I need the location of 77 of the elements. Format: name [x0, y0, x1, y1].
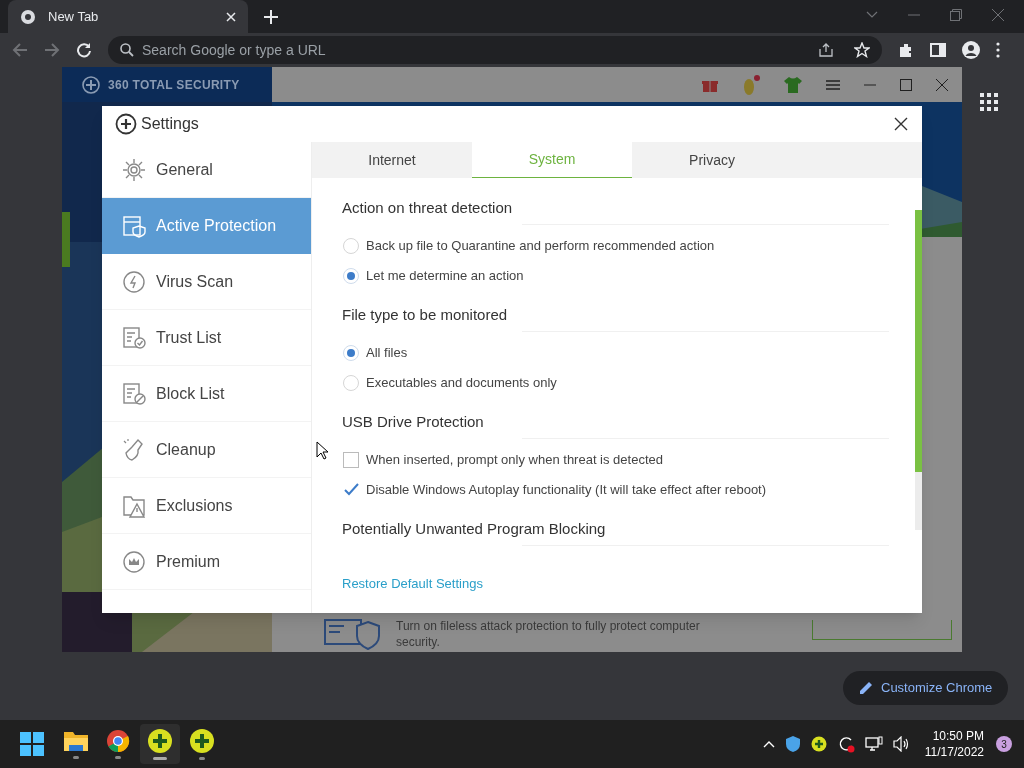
plus-circle-icon — [189, 728, 215, 754]
clock[interactable]: 10:50 PM 11/17/2022 — [924, 728, 984, 760]
star-icon[interactable] — [854, 42, 870, 58]
chevron-down-icon[interactable] — [866, 11, 878, 19]
customize-chrome-button[interactable]: Customize Chrome — [843, 671, 1009, 705]
sidebar-item[interactable]: Cleanup — [102, 422, 311, 478]
radio-button[interactable] — [342, 344, 360, 362]
section-heading: USB Drive Protection — [342, 412, 485, 432]
close-icon[interactable] — [894, 117, 908, 131]
chrome-icon — [20, 8, 36, 25]
restore-icon[interactable] — [950, 9, 962, 21]
option-label: Back up file to Quarantine and perform recommended action — [366, 237, 715, 256]
option-label: All files — [366, 344, 408, 363]
crown-icon — [122, 549, 146, 574]
checked-list-icon — [122, 325, 146, 350]
forward-icon[interactable] — [44, 42, 60, 58]
scrollbar[interactable] — [915, 210, 922, 530]
section-heading: File type to be monitored — [342, 305, 509, 325]
tab-title: New Tab — [48, 7, 100, 26]
pencil-icon — [859, 681, 873, 695]
sidebar-item[interactable]: Exclusions — [102, 478, 311, 534]
address-placeholder: Search Google or type a URL — [142, 40, 327, 60]
plus-circle-icon[interactable] — [810, 736, 827, 752]
lightning-circle-icon — [122, 269, 146, 294]
shield-icon[interactable] — [784, 735, 801, 753]
section-heading: Action on threat detection — [342, 198, 514, 218]
back-icon[interactable] — [12, 42, 28, 58]
folder-icon — [63, 729, 89, 753]
radio-button[interactable] — [342, 237, 360, 255]
taskbar-app[interactable] — [140, 724, 180, 764]
option-label: When inserted, prompt only when threat is detected — [366, 451, 663, 470]
option-label: Let me determine an action — [366, 267, 524, 286]
chevron-up-icon[interactable] — [762, 740, 775, 748]
menu-icon[interactable] — [826, 79, 840, 90]
folder-warning-icon — [122, 493, 146, 518]
new-tab-icon[interactable] — [264, 10, 278, 24]
maximize-icon[interactable] — [900, 78, 912, 91]
shield-window-icon — [122, 214, 146, 238]
blocked-list-icon — [122, 381, 146, 406]
more-icon[interactable] — [996, 42, 1000, 58]
gear-icon — [122, 157, 146, 182]
sidebar-item[interactable]: Virus Scan — [102, 254, 311, 310]
radio-button[interactable] — [342, 374, 360, 392]
section-heading: Potentially Unwanted Program Blocking — [342, 519, 607, 539]
scroll-thumb[interactable] — [915, 210, 922, 472]
profile-icon[interactable] — [962, 41, 980, 59]
plus-circle-icon — [147, 728, 173, 754]
dialog-title: Settings — [141, 114, 199, 134]
sidebar-item[interactable]: Trust List — [102, 310, 311, 366]
extensions-icon[interactable] — [898, 42, 914, 58]
radio-button[interactable] — [342, 267, 360, 285]
tab[interactable]: Privacy — [632, 142, 792, 178]
windows-start-icon[interactable] — [20, 732, 44, 756]
app-title: 360 TOTAL SECURITY — [108, 76, 240, 94]
volume-icon[interactable] — [892, 736, 911, 752]
side-panel-icon[interactable] — [930, 42, 946, 58]
sidebar-item[interactable]: Block List — [102, 366, 311, 422]
share-icon[interactable] — [818, 42, 834, 58]
option-label: Disable Windows Autoplay functionality (It will take effect after reboot) — [366, 481, 767, 500]
reload-icon[interactable] — [76, 42, 92, 58]
tab[interactable]: Internet — [312, 142, 472, 178]
option-label: Executables and documents only — [366, 374, 557, 393]
chrome-icon — [106, 729, 130, 753]
browser-tab[interactable]: New Tab — [8, 0, 248, 33]
search-icon — [120, 43, 134, 57]
cursor-icon — [316, 441, 328, 460]
notification-badge[interactable]: 3 — [996, 736, 1012, 752]
logo-icon — [82, 75, 100, 94]
network-icon[interactable] — [864, 736, 883, 752]
promo-text: security. — [396, 634, 441, 650]
coin-icon[interactable] — [742, 74, 760, 95]
checkbox[interactable] — [342, 451, 360, 469]
address-bar[interactable]: Search Google or type a URL — [108, 36, 882, 64]
promo-text: Turn on fileless attack protection to fully protect computer — [396, 618, 701, 634]
apps-grid-icon[interactable] — [980, 93, 998, 111]
logo-icon — [115, 113, 137, 135]
sidebar-item[interactable]: Premium — [102, 534, 311, 590]
